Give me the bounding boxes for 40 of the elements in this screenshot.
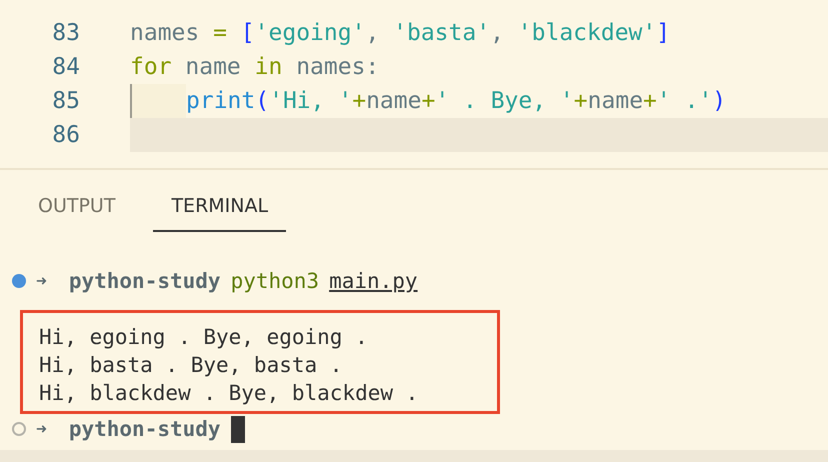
code-token: 'blackdew'	[518, 20, 656, 46]
code-token: )	[712, 88, 726, 114]
code-token: names	[130, 20, 200, 46]
code-token: ]	[656, 20, 670, 46]
code-token: ' . Bye, '	[435, 88, 574, 114]
code-token: 'Hi, '	[269, 88, 352, 114]
terminal-command: python3	[230, 269, 320, 293]
terminal-output-line: Hi, blackdew . Bye, blackdew .	[39, 380, 420, 407]
prompt-directory: python-study	[68, 269, 221, 293]
panel-tab[interactable]: TERMINAL	[153, 188, 286, 232]
code-token: in	[254, 54, 282, 80]
terminal-output-line: Hi, egoing . Bye, egoing .	[39, 324, 369, 351]
code-token: name	[588, 88, 644, 114]
prompt-arrow: ➜	[36, 418, 47, 440]
terminal-output-line: Hi, basta . Bye, basta .	[39, 352, 344, 379]
code-token: name	[366, 88, 422, 114]
prompt-directory: python-study	[68, 417, 221, 441]
code-token: =	[213, 20, 227, 46]
line-number: 86	[51, 122, 81, 148]
prompt-arrow: ➜	[36, 270, 47, 292]
code-token: [	[240, 20, 255, 46]
code-token: (	[255, 88, 270, 114]
line-number: 84	[51, 54, 81, 80]
code-token: +	[352, 88, 366, 114]
code-token: 'egoing'	[254, 20, 366, 46]
code-token: for	[130, 54, 172, 80]
line-number: 83	[51, 20, 81, 46]
panel-tab[interactable]: OUTPUT	[20, 188, 134, 232]
code-token: ,	[490, 20, 505, 46]
code-token: +	[643, 88, 657, 114]
code-token: ,	[365, 20, 380, 46]
code-token: print	[186, 88, 256, 114]
line-number: 85	[51, 88, 81, 114]
code-token: 'basta'	[393, 20, 490, 46]
file-link[interactable]: main.py	[329, 269, 418, 293]
code-token: ' .'	[656, 88, 712, 114]
code-token: +	[574, 88, 588, 114]
code-token: names:	[295, 54, 380, 80]
code-token: +	[421, 88, 436, 114]
code-token: name	[184, 54, 242, 80]
